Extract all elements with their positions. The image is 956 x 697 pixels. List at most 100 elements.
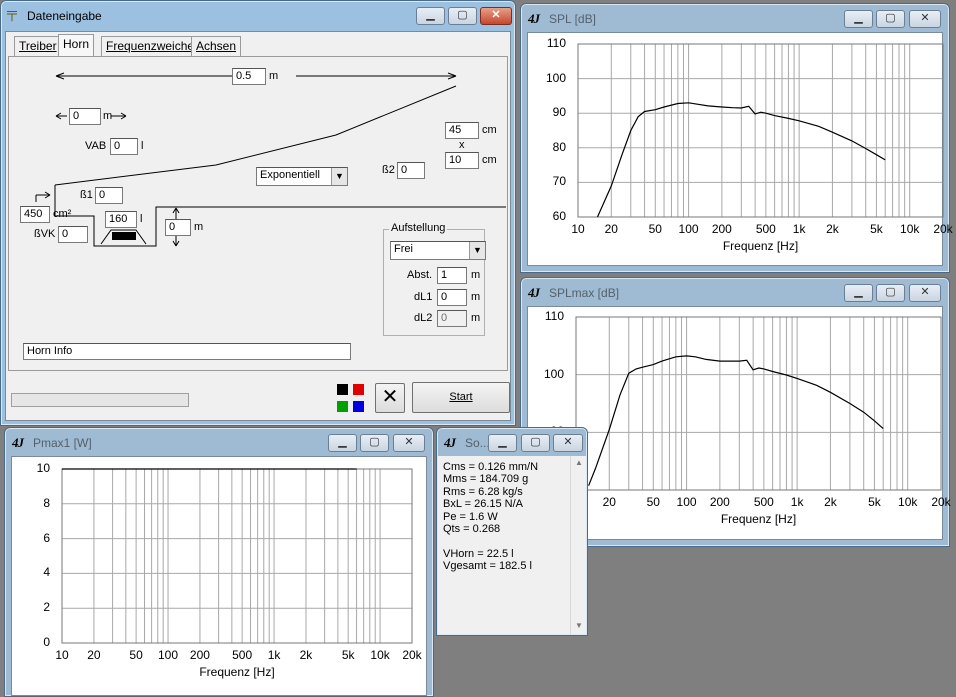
y-tick-label: 6	[43, 530, 50, 545]
x-tick-label: 20	[604, 222, 618, 236]
minimize-button[interactable]: ▁	[328, 434, 357, 452]
x-axis-label: Frequenz [Hz]	[199, 665, 275, 679]
app-logo-icon: 4J	[528, 285, 540, 300]
horn-offset-input[interactable]: 0	[69, 108, 101, 125]
minimize-button[interactable]: ▁	[844, 10, 873, 28]
x-tick-label: 10k	[898, 495, 918, 509]
maximize-button[interactable]: ▢	[448, 7, 477, 25]
so-window: 4J So... ▁ ▢ ✕ Cms = 0.126 mm/N Mms = 184…	[436, 427, 588, 636]
progress-bar	[11, 393, 189, 407]
minimize-button[interactable]: ▁	[416, 7, 445, 25]
pmax-chart: 10 8 6 4 2 0 10 20 50 100 200 500 1k 2k 5k 10k 20k Freque…	[11, 456, 427, 696]
y-tick-label: 60	[552, 209, 566, 223]
pmax-title: Pmax1 [W]	[33, 436, 92, 450]
dl1-label: dL1	[414, 291, 433, 303]
spl-window: 4J SPL [dB] ▁ ▢ ✕ 110 100 90 80 70 60 10 20 50 10…	[520, 3, 953, 273]
beta2-input[interactable]: 0	[397, 162, 425, 179]
aufstellung-select[interactable]: Frei ▼	[390, 241, 486, 260]
y-tick-label: 90	[552, 105, 566, 120]
chamber-volume-input[interactable]: 160	[105, 211, 137, 228]
splmax-titlebar[interactable]: 4J SPLmax [dB] ▁ ▢ ✕	[521, 278, 949, 306]
minimize-button[interactable]: ▁	[488, 434, 517, 452]
close-button[interactable]: ✕	[909, 10, 941, 28]
close-x-icon: ✕	[381, 386, 399, 408]
y-tick-label: 70	[552, 174, 566, 189]
plot-frame	[575, 316, 942, 491]
color-swatch-red[interactable]	[353, 384, 364, 395]
maximize-button[interactable]: ▢	[360, 434, 389, 452]
horn-length-input[interactable]: 0.5	[232, 68, 266, 85]
beta1-input[interactable]: 0	[95, 187, 123, 204]
beta1-label: ß1	[80, 189, 93, 201]
color-swatch-green[interactable]	[337, 401, 348, 412]
driver-distance-input[interactable]: 0	[165, 219, 191, 236]
x-tick-label: 50	[648, 222, 662, 236]
chevron-down-icon: ▼	[331, 168, 347, 185]
maximize-button[interactable]: ▢	[876, 10, 905, 28]
mouth-width-unit: cm	[482, 124, 497, 136]
vertical-scrollbar[interactable]: ▲ ▼	[570, 456, 586, 634]
pmax-titlebar[interactable]: 4J Pmax1 [W] ▁ ▢ ✕	[5, 428, 433, 456]
close-button[interactable]: ✕	[553, 434, 583, 452]
maximize-button[interactable]: ▢	[876, 284, 905, 302]
x-tick-label: 20k	[931, 495, 951, 509]
x-tick-label: 100	[158, 648, 179, 662]
so-line: Qts = 0.268	[443, 522, 501, 535]
horn-info-field[interactable]: Horn Info	[23, 343, 351, 360]
dl1-input[interactable]: 0	[437, 289, 467, 306]
scroll-up-icon[interactable]: ▲	[575, 458, 583, 467]
scroll-down-icon[interactable]: ▼	[575, 621, 583, 630]
abst-label: Abst.	[407, 269, 433, 281]
so-titlebar[interactable]: 4J So... ▁ ▢ ✕	[437, 428, 587, 456]
series-line	[588, 355, 884, 486]
spl-titlebar[interactable]: 4J SPL [dB] ▁ ▢ ✕	[521, 4, 949, 32]
x-tick-label: 200	[189, 648, 210, 662]
close-button[interactable]: ✕	[393, 434, 425, 452]
chevron-down-icon: ▼	[469, 242, 485, 259]
start-button[interactable]: Start	[412, 382, 510, 413]
x-tick-label: 1k	[790, 495, 804, 509]
so-line: VHorn = 22.5 l	[443, 547, 514, 560]
dl2-label: dL2	[414, 312, 433, 324]
beta-vk-label: ßVK	[34, 228, 56, 240]
plot-area	[577, 43, 944, 218]
minimize-button[interactable]: ▁	[844, 284, 873, 302]
vab-label: VAB	[85, 140, 107, 152]
mouth-height-unit: cm	[482, 154, 497, 166]
vab-input[interactable]: 0	[110, 138, 138, 155]
x-tick-label: 50	[129, 648, 143, 662]
maximize-button[interactable]: ▢	[521, 434, 550, 452]
x-axis-label: Frequenz [Hz]	[722, 239, 799, 253]
so-line: Pe = 1.6 W	[443, 510, 498, 523]
flare-select[interactable]: Exponentiell ▼	[256, 167, 348, 186]
spl-title: SPL [dB]	[549, 12, 596, 26]
close-button[interactable]: ✕	[909, 284, 941, 302]
color-swatch-blue[interactable]	[353, 401, 364, 412]
beta-vk-input[interactable]: 0	[58, 226, 88, 243]
dateneingabe-client: Treiber Horn Frequenzweiche Achsen 0.5 m…	[5, 31, 511, 421]
close-button[interactable]: ✕	[480, 7, 512, 25]
x-tick-label: 20k	[933, 222, 953, 236]
dl2-unit: m	[471, 312, 481, 324]
abst-unit: m	[471, 269, 481, 281]
cancel-button[interactable]: ✕	[375, 383, 405, 413]
dl2-input[interactable]: 0	[437, 310, 467, 327]
x-tick-label: 200	[709, 495, 730, 509]
throat-area-input[interactable]: 450	[20, 206, 50, 223]
x-tick-label: 1k	[792, 222, 806, 236]
dateneingabe-window: ╤ Dateneingabe ▁ ▢ ✕ Treiber Horn Freque…	[0, 0, 516, 426]
x-axis-label: Frequenz [Hz]	[720, 512, 797, 526]
dl1-unit: m	[471, 291, 481, 303]
mouth-width-input[interactable]: 45	[445, 122, 479, 139]
x-tick-label: 10k	[370, 648, 390, 662]
y-tick-label: 2	[43, 600, 50, 615]
dateneingabe-titlebar[interactable]: ╤ Dateneingabe ▁ ▢ ✕	[1, 1, 515, 29]
mouth-height-input[interactable]: 10	[445, 152, 479, 169]
so-text: Cms = 0.126 mm/N Mms = 184.709 g Rms = 6.2…	[443, 461, 538, 573]
app-logo-icon: 4J	[12, 435, 24, 450]
color-swatch-black[interactable]	[337, 384, 348, 395]
y-tick-label: 4	[43, 565, 50, 580]
abst-input[interactable]: 1	[437, 267, 467, 284]
x-tick-label: 10k	[900, 222, 920, 236]
so-title: So...	[465, 436, 490, 450]
